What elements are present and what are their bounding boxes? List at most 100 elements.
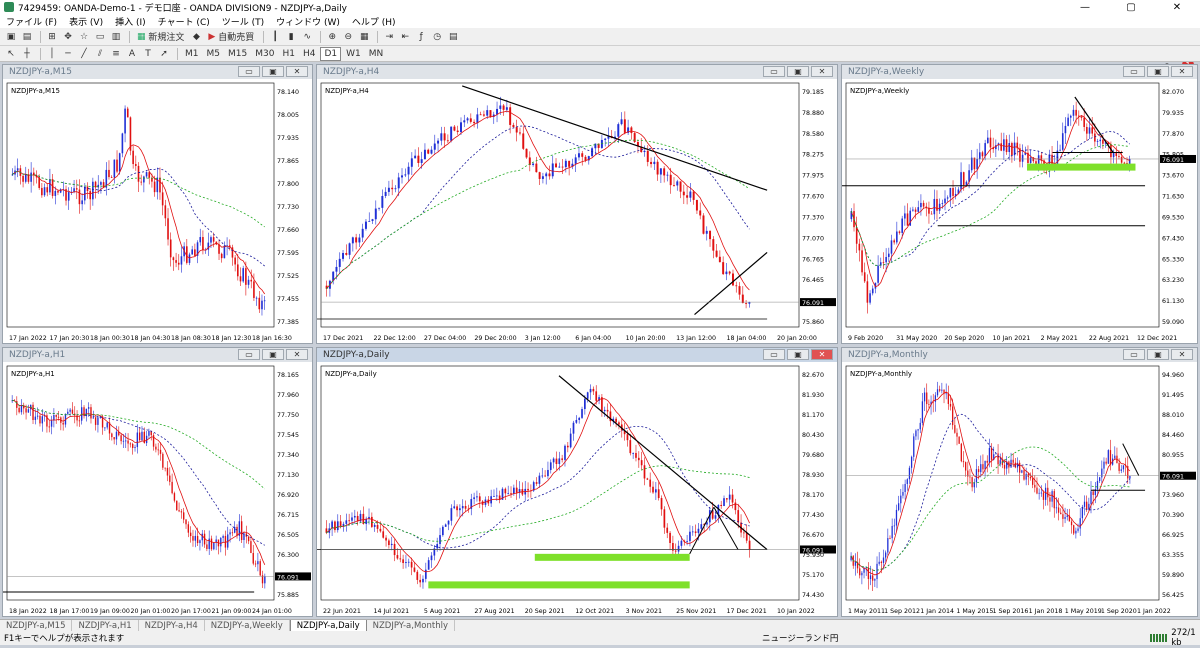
navigator-icon[interactable]: ☆ [77, 30, 91, 44]
timeframe-h4[interactable]: H4 [300, 47, 319, 61]
menu-window[interactable]: ウィンドウ (W) [270, 15, 346, 28]
chart-window-header[interactable]: NZDJPY-a,Monthly ▭ ▣ ✕ [842, 348, 1197, 362]
timeframe-d1[interactable]: D1 [320, 46, 342, 61]
candlestick-icon[interactable]: ▮ [284, 30, 298, 44]
close-icon[interactable]: ✕ [1171, 349, 1193, 360]
chart-window-monthly[interactable]: NZDJPY-a,Monthly ▭ ▣ ✕ NZDJPY-a,Monthly 94.… [841, 347, 1198, 617]
chart-window-header[interactable]: NZDJPY-a,H4 ▭ ▣ ✕ [317, 65, 837, 79]
crosshair-icon[interactable]: ┼ [20, 47, 34, 61]
metaeditor-icon[interactable]: ◆ [189, 30, 203, 44]
candle [348, 243, 351, 255]
candle [57, 190, 59, 193]
vertical-line-icon[interactable]: │ [45, 47, 59, 61]
channel-icon[interactable]: ⫽ [93, 47, 107, 61]
text-icon[interactable]: A [125, 47, 139, 61]
chart-window-header[interactable]: NZDJPY-a,Daily ▭ ▣ ✕ [317, 348, 837, 362]
chart-canvas[interactable]: NZDJPY-a,Weekly82.07079.93577.87075.8057… [842, 79, 1197, 343]
chart-canvas[interactable]: NZDJPY-a,Monthly 94.960 91.495 88.010 84.460… [842, 362, 1197, 616]
minimize-icon[interactable]: ▭ [1123, 349, 1145, 360]
profiles-icon[interactable]: ▤ [20, 30, 34, 44]
zoom-in-icon[interactable]: ⊕ [325, 30, 339, 44]
zoom-out-icon[interactable]: ⊖ [341, 30, 355, 44]
menu-tools[interactable]: ツール (T) [216, 15, 270, 28]
cursor-icon[interactable]: ↖ [4, 47, 18, 61]
chart-canvas[interactable]: NZDJPY-a,H1 78.165 77.960 77.750 77.545 77.34… [3, 362, 312, 616]
periods-icon[interactable]: ◷ [430, 30, 444, 44]
minimize-icon[interactable]: ▭ [1123, 66, 1145, 77]
chart-canvas[interactable]: NZDJPY-a,M15 78.140 78.005 77.935 77.865 77.8… [3, 79, 312, 343]
candle [928, 404, 930, 405]
minimize-icon[interactable]: ▭ [238, 349, 260, 360]
tile-windows-icon[interactable]: ▦ [357, 30, 371, 44]
chart-window-h4[interactable]: NZDJPY-a,H4 ▭ ▣ ✕ NZDJPY-a,H4 79.185 78.880 7… [316, 64, 838, 344]
tester-icon[interactable]: ▥ [109, 30, 123, 44]
menu-insert[interactable]: 挿入 (I) [109, 15, 152, 28]
templates-icon[interactable]: ▤ [446, 30, 460, 44]
chart-canvas[interactable]: NZDJPY-a,Daily 82.670 81.930 81.170 80.430 79… [317, 362, 837, 616]
candle [578, 417, 581, 420]
indicators-icon[interactable]: ƒ [414, 30, 428, 44]
connection-status[interactable]: 272/1 kb [1150, 628, 1200, 648]
close-button[interactable]: ✕ [1154, 0, 1200, 14]
new-order-button[interactable]: ▦ 新規注文 [134, 30, 187, 44]
restore-icon[interactable]: ▣ [1147, 66, 1169, 77]
restore-icon[interactable]: ▣ [787, 349, 809, 360]
minimize-button[interactable]: — [1062, 0, 1108, 14]
timeframe-m5[interactable]: M5 [204, 47, 224, 61]
candle [1123, 162, 1126, 164]
auto-scroll-icon[interactable]: ⇥ [382, 30, 396, 44]
chart-window-daily[interactable]: NZDJPY-a,Daily ▭ ▣ ✕ NZDJPY-a,Daily 82.670 8… [316, 347, 838, 617]
close-icon[interactable]: ✕ [811, 349, 833, 360]
maximize-button[interactable]: ▢ [1108, 0, 1154, 14]
chart-window-header[interactable]: NZDJPY-a,H1 ▭ ▣ ✕ [3, 348, 312, 362]
timeframe-w1[interactable]: W1 [343, 47, 364, 61]
restore-icon[interactable]: ▣ [787, 66, 809, 77]
restore-icon[interactable]: ▣ [1147, 349, 1169, 360]
chart-window-header[interactable]: NZDJPY-a,M15 ▭ ▣ ✕ [3, 65, 312, 79]
restore-icon[interactable]: ▣ [262, 66, 284, 77]
menu-help[interactable]: ヘルプ (H) [346, 15, 402, 28]
chart-canvas[interactable]: NZDJPY-a,H4 79.185 78.880 78.580 78.275 77.97… [317, 79, 837, 343]
candle [561, 166, 564, 168]
close-icon[interactable]: ✕ [286, 66, 308, 77]
minimize-icon[interactable]: ▭ [763, 349, 785, 360]
market-watch-icon[interactable]: ⊞ [45, 30, 59, 44]
fibonacci-icon[interactable]: ≡ [109, 47, 123, 61]
restore-icon[interactable]: ▣ [262, 349, 284, 360]
candle [917, 429, 919, 431]
minimize-icon[interactable]: ▭ [763, 66, 785, 77]
auto-trading-button[interactable]: ▶ 自動売買 [205, 30, 257, 44]
line-chart-icon[interactable]: ∿ [300, 30, 314, 44]
new-chart-icon[interactable]: ▣ [4, 30, 18, 44]
timeframe-m30[interactable]: M30 [252, 47, 277, 61]
close-icon[interactable]: ✕ [811, 66, 833, 77]
close-icon[interactable]: ✕ [286, 349, 308, 360]
close-icon[interactable]: ✕ [1171, 66, 1193, 77]
arrow-icon[interactable]: ➚ [157, 47, 171, 61]
bar-chart-icon[interactable]: ┃ [268, 30, 282, 44]
terminal-icon[interactable]: ▭ [93, 30, 107, 44]
horizontal-line-icon[interactable]: ─ [61, 47, 75, 61]
chart-window-h1[interactable]: NZDJPY-a,H1 ▭ ▣ ✕ NZDJPY-a,H1 78.165 77.960 7… [2, 347, 313, 617]
timeframe-m15[interactable]: M15 [225, 47, 250, 61]
timeframe-h1[interactable]: H1 [279, 47, 298, 61]
chart-window-weekly[interactable]: NZDJPY-a,Weekly ▭ ▣ ✕ NZDJPY-a,Weekly 82.07… [841, 64, 1198, 344]
chart-window-header[interactable]: NZDJPY-a,Weekly ▭ ▣ ✕ [842, 65, 1197, 79]
chart-shift-icon[interactable]: ⇤ [398, 30, 412, 44]
chart-background [3, 362, 312, 616]
menu-chart[interactable]: チャート (C) [152, 15, 216, 28]
menu-view[interactable]: 表示 (V) [63, 15, 109, 28]
candle [1118, 463, 1120, 471]
candle [405, 562, 407, 564]
timeframe-mn[interactable]: MN [366, 47, 387, 61]
trendline-icon[interactable]: ╱ [77, 47, 91, 61]
new-order-label: 新規注文 [148, 33, 185, 43]
minimize-icon[interactable]: ▭ [238, 66, 260, 77]
timeframe-m1[interactable]: M1 [182, 47, 202, 61]
label-icon[interactable]: T [141, 47, 155, 61]
menu-file[interactable]: ファイル (F) [0, 15, 63, 28]
candle [564, 445, 566, 460]
data-window-icon[interactable]: ✥ [61, 30, 75, 44]
drawing-toolbar: ↖ ┼ │ ─ ╱ ⫽ ≡ A T ➚ M1 M5 M15 M30 H1 H4 … [0, 46, 1200, 62]
chart-window-m15[interactable]: NZDJPY-a,M15 ▭ ▣ ✕ NZDJPY-a,M15 78.140 78.00… [2, 64, 313, 344]
